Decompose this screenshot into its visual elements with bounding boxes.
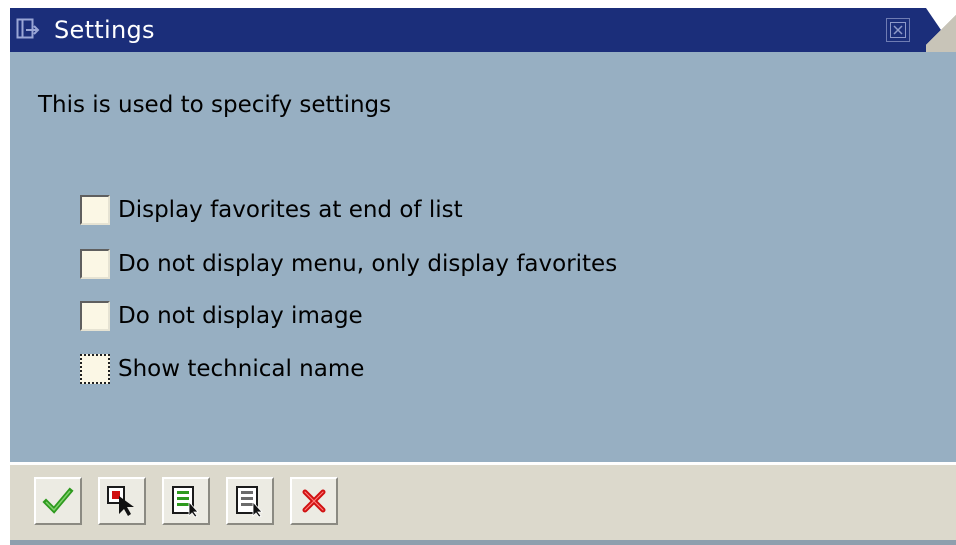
technical-name-checkbox[interactable] [80,354,110,384]
settings-dialog: Settings This is used to specify setting… [0,0,956,545]
no-image-checkbox[interactable] [80,301,110,331]
window-title: Settings [54,16,155,44]
cancel-button[interactable] [290,477,338,525]
deselect-all-icon [236,486,263,518]
dialog-bottom-edge [10,540,956,545]
confirm-button[interactable] [34,477,82,525]
deselect-all-button[interactable] [226,477,274,525]
select-cursor-icon [107,486,134,516]
favorites-at-end-checkbox[interactable] [80,195,110,225]
select-button[interactable] [98,477,146,525]
option-favorites-at-end[interactable]: Display favorites at end of list [80,192,463,228]
close-button[interactable] [886,18,910,42]
option-technical-name[interactable]: Show technical name [80,351,364,387]
no-image-label: Do not display image [118,303,363,329]
dialog-description: This is used to specify settings [38,92,392,118]
favorites-at-end-label: Display favorites at end of list [118,197,463,223]
option-no-image[interactable]: Do not display image [80,298,363,334]
select-all-button[interactable] [162,477,210,525]
only-favorites-label: Do not display menu, only display favori… [118,251,618,277]
select-all-icon [172,486,199,518]
cancel-x-icon [302,489,326,513]
technical-name-label: Show technical name [118,356,365,382]
option-only-favorites[interactable]: Do not display menu, only display favori… [80,246,617,282]
close-icon [890,22,906,38]
window-menu-icon[interactable] [16,18,42,40]
dialog-content: This is used to specify settings Display… [10,52,956,462]
title-bar[interactable]: Settings [10,8,956,52]
only-favorites-checkbox[interactable] [80,249,110,279]
checkmark-icon [42,487,74,514]
bottom-toolbar [10,465,956,545]
title-bar-corner [926,8,956,52]
